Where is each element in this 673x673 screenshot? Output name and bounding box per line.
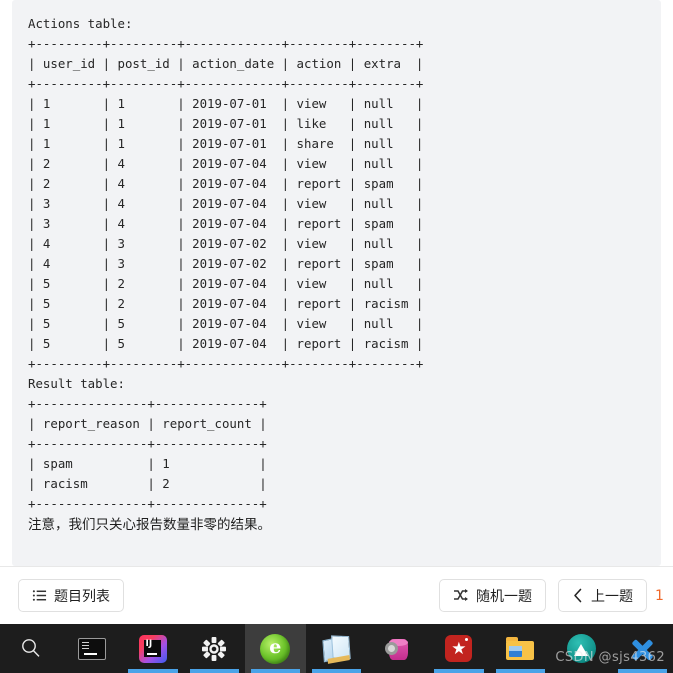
problem-code-block: Actions table: +---------+---------+----… xyxy=(12,0,661,566)
previous-problem-label: 上一题 xyxy=(591,588,633,605)
os-taskbar: CSDN @sjs4362 xyxy=(0,624,673,673)
taskbar-item-terminal[interactable] xyxy=(61,624,122,673)
search-icon xyxy=(18,636,44,662)
taskbar-item-blue-x-app[interactable] xyxy=(612,624,673,673)
shuffle-icon xyxy=(453,588,469,603)
taskbar-item-search[interactable] xyxy=(0,624,61,673)
notepad-icon xyxy=(321,634,352,664)
running-indicator xyxy=(617,669,668,673)
list-icon xyxy=(32,588,47,603)
taskbar-item-teal-app[interactable] xyxy=(551,624,612,673)
taskbar-item-intellij-idea[interactable] xyxy=(122,624,183,673)
taskbar-item-browser-360[interactable] xyxy=(244,624,306,673)
running-indicator xyxy=(311,669,362,673)
taskbar-item-notepad[interactable] xyxy=(306,624,367,673)
result-table-pre: Result table: +---------------+---------… xyxy=(28,376,267,511)
problem-list-label: 题目列表 xyxy=(54,588,110,605)
page-number[interactable]: 1 xyxy=(655,588,663,604)
blue-x-icon xyxy=(628,635,656,663)
database-icon xyxy=(384,636,411,662)
actions-table-pre: Actions table: +---------+---------+----… xyxy=(28,16,424,371)
file-explorer-icon xyxy=(506,637,535,660)
browser-360-icon xyxy=(260,633,291,664)
taskbar-item-file-explorer[interactable] xyxy=(490,624,551,673)
gear-icon xyxy=(201,636,227,662)
problem-description-pane: Actions table: +---------+---------+----… xyxy=(0,0,673,566)
taskbar-item-star-app[interactable] xyxy=(428,624,489,673)
running-indicator xyxy=(189,669,239,673)
running-indicator xyxy=(250,669,300,673)
previous-problem-button[interactable]: 上一题 xyxy=(558,579,647,612)
taskbar-item-settings[interactable] xyxy=(184,624,245,673)
intellij-idea-icon xyxy=(138,634,167,663)
random-problem-label: 随机一题 xyxy=(476,588,532,605)
star-app-icon xyxy=(445,635,473,662)
problem-note: 注意，我们只关心报告数量非零的结果。 xyxy=(28,517,271,533)
bottom-action-bar: 题目列表 随机一题 上一题 1 xyxy=(0,566,673,624)
running-indicator xyxy=(128,669,178,673)
chevron-left-icon xyxy=(572,588,584,603)
teal-app-icon xyxy=(566,634,596,663)
app-window: Actions table: +---------+---------+----… xyxy=(0,0,673,673)
taskbar-item-database[interactable] xyxy=(367,624,428,673)
terminal-icon xyxy=(77,637,106,660)
problem-list-button[interactable]: 题目列表 xyxy=(18,579,124,612)
random-problem-button[interactable]: 随机一题 xyxy=(439,579,546,612)
running-indicator xyxy=(495,669,545,673)
running-indicator xyxy=(434,669,484,673)
